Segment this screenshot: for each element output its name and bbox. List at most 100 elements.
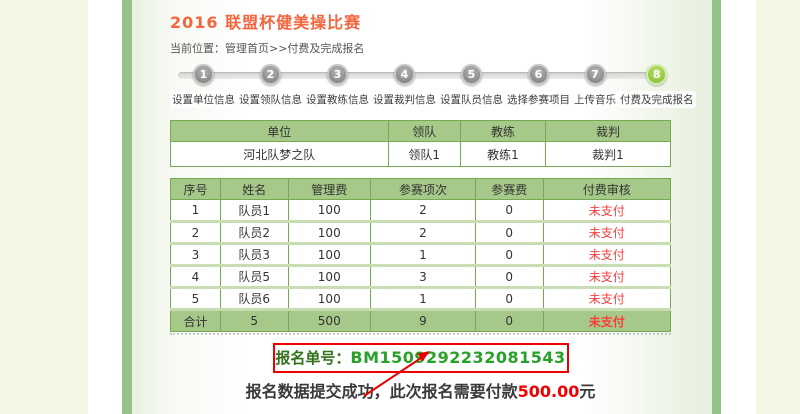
left-white-gutter bbox=[88, 0, 122, 414]
step-4-label: 设置裁判信息 bbox=[371, 91, 438, 108]
fee-table: 序号 姓名 管理费 参赛项次 参赛费 付费审核 1 队员1 100 2 0 未支… bbox=[170, 178, 671, 332]
cell-event-count: 1 bbox=[371, 288, 476, 310]
cell-event-count: 1 bbox=[371, 244, 476, 266]
step-2-circle: 2 bbox=[260, 64, 281, 85]
registration-number-value: BM1509292232081543 bbox=[350, 348, 565, 367]
col-coach: 教练 bbox=[461, 121, 546, 142]
step-7-circle: 7 bbox=[585, 64, 606, 85]
cell-referee: 裁判1 bbox=[546, 142, 671, 167]
cell-name: 队员2 bbox=[221, 222, 289, 244]
total-event-count: 9 bbox=[371, 310, 476, 332]
team-info-table: 单位 领队 教练 裁判 河北队梦之队 领队1 教练1 裁判1 bbox=[170, 120, 671, 167]
dotted-separator bbox=[170, 333, 671, 335]
step-4-circle: 4 bbox=[394, 64, 415, 85]
cell-index: 5 bbox=[171, 288, 221, 310]
step-3-circle: 3 bbox=[327, 64, 348, 85]
payment-amount: 500.00 bbox=[518, 382, 580, 401]
unpaid-status: 未支付 bbox=[543, 266, 671, 288]
breadcrumb: 当前位置：管理首页>>付费及完成报名 bbox=[170, 40, 671, 56]
cell-entry-fee: 0 bbox=[476, 266, 544, 288]
step-3-label: 设置教练信息 bbox=[304, 91, 371, 108]
col-index: 序号 bbox=[171, 179, 221, 200]
step-6-label: 选择参赛项目 bbox=[505, 91, 572, 108]
cell-index: 2 bbox=[171, 222, 221, 244]
unpaid-status: 未支付 bbox=[543, 288, 671, 310]
step-2-set-leader-info[interactable]: 2 设置领队信息 bbox=[237, 64, 304, 108]
step-5-set-member-info[interactable]: 5 设置队员信息 bbox=[438, 64, 505, 108]
cell-mgmt-fee: 100 bbox=[288, 288, 371, 310]
payment-summary: 报名数据提交成功，此次报名需要付款500.00元 bbox=[170, 378, 671, 402]
main-content: 2016 联盟杯健美操比赛 当前位置：管理首页>>付费及完成报名 1 设置单位信… bbox=[170, 0, 671, 414]
step-1-label: 设置单位信息 bbox=[170, 91, 237, 108]
total-pay-status: 未支付 bbox=[543, 310, 671, 332]
right-white-gutter bbox=[721, 0, 756, 414]
cell-event-count: 2 bbox=[371, 222, 476, 244]
step-8-circle-active: 8 bbox=[646, 64, 667, 85]
step-5-label: 设置队员信息 bbox=[438, 91, 505, 108]
registration-number-label: 报名单号： bbox=[275, 349, 350, 367]
cell-index: 4 bbox=[171, 266, 221, 288]
total-members: 5 bbox=[221, 310, 289, 332]
cell-entry-fee: 0 bbox=[476, 200, 544, 222]
cell-mgmt-fee: 100 bbox=[288, 266, 371, 288]
step-1-set-unit-info[interactable]: 1 设置单位信息 bbox=[170, 64, 237, 108]
col-entry-fee: 参赛费 bbox=[476, 179, 544, 200]
step-7-upload-music[interactable]: 7 上传音乐 bbox=[572, 64, 618, 108]
cell-mgmt-fee: 100 bbox=[288, 244, 371, 266]
cell-unit: 河北队梦之队 bbox=[171, 142, 389, 167]
registration-number-box: 报名单号：BM1509292232081543 bbox=[273, 343, 569, 373]
unpaid-status: 未支付 bbox=[543, 222, 671, 244]
team-table-row: 河北队梦之队 领队1 教练1 裁判1 bbox=[171, 142, 671, 167]
table-row: 1 队员1 100 2 0 未支付 bbox=[171, 200, 671, 222]
cell-event-count: 2 bbox=[371, 200, 476, 222]
cell-mgmt-fee: 100 bbox=[288, 222, 371, 244]
col-mgmt-fee: 管理费 bbox=[288, 179, 371, 200]
team-table-header-row: 单位 领队 教练 裁判 bbox=[171, 121, 671, 142]
cell-entry-fee: 0 bbox=[476, 222, 544, 244]
summary-suffix: 元 bbox=[579, 382, 595, 401]
table-row: 5 队员6 100 1 0 未支付 bbox=[171, 288, 671, 310]
col-leader: 领队 bbox=[388, 121, 461, 142]
cell-name: 队员6 bbox=[221, 288, 289, 310]
step-6-circle: 6 bbox=[528, 64, 549, 85]
cell-entry-fee: 0 bbox=[476, 288, 544, 310]
progress-stepper: 1 设置单位信息 2 设置领队信息 3 设置教练信息 4 设置裁判信息 5 设置… bbox=[170, 64, 671, 106]
cell-name: 队员3 bbox=[221, 244, 289, 266]
total-label: 合计 bbox=[171, 310, 221, 332]
step-8-pay-and-finish[interactable]: 8 付费及完成报名 bbox=[618, 64, 696, 108]
col-pay-status: 付费审核 bbox=[543, 179, 671, 200]
total-mgmt-fee: 500 bbox=[288, 310, 371, 332]
col-referee: 裁判 bbox=[546, 121, 671, 142]
fee-table-total-row: 合计 5 500 9 0 未支付 bbox=[171, 310, 671, 332]
step-8-label: 付费及完成报名 bbox=[618, 91, 696, 108]
cell-entry-fee: 0 bbox=[476, 244, 544, 266]
page-title: 2016 联盟杯健美操比赛 bbox=[170, 9, 671, 33]
cell-coach: 教练1 bbox=[461, 142, 546, 167]
total-entry-fee: 0 bbox=[476, 310, 544, 332]
cell-leader: 领队1 bbox=[388, 142, 461, 167]
cell-name: 队员5 bbox=[221, 266, 289, 288]
col-event-count: 参赛项次 bbox=[371, 179, 476, 200]
summary-prefix: 报名数据提交成功，此次报名需要付款 bbox=[246, 382, 518, 401]
unpaid-status: 未支付 bbox=[543, 200, 671, 222]
col-name: 姓名 bbox=[221, 179, 289, 200]
step-5-circle: 5 bbox=[461, 64, 482, 85]
step-1-circle: 1 bbox=[193, 64, 214, 85]
step-7-label: 上传音乐 bbox=[572, 91, 618, 108]
step-2-label: 设置领队信息 bbox=[237, 91, 304, 108]
cell-name: 队员1 bbox=[221, 200, 289, 222]
step-6-select-events[interactable]: 6 选择参赛项目 bbox=[505, 64, 572, 108]
cell-index: 3 bbox=[171, 244, 221, 266]
cell-event-count: 3 bbox=[371, 266, 476, 288]
unpaid-status: 未支付 bbox=[543, 244, 671, 266]
col-unit: 单位 bbox=[171, 121, 389, 142]
fee-table-header-row: 序号 姓名 管理费 参赛项次 参赛费 付费审核 bbox=[171, 179, 671, 200]
step-4-set-referee-info[interactable]: 4 设置裁判信息 bbox=[371, 64, 438, 108]
cell-index: 1 bbox=[171, 200, 221, 222]
table-row: 2 队员2 100 2 0 未支付 bbox=[171, 222, 671, 244]
step-3-set-coach-info[interactable]: 3 设置教练信息 bbox=[304, 64, 371, 108]
table-row: 3 队员3 100 1 0 未支付 bbox=[171, 244, 671, 266]
table-row: 4 队员5 100 3 0 未支付 bbox=[171, 266, 671, 288]
left-green-border bbox=[122, 0, 132, 414]
cell-mgmt-fee: 100 bbox=[288, 200, 371, 222]
